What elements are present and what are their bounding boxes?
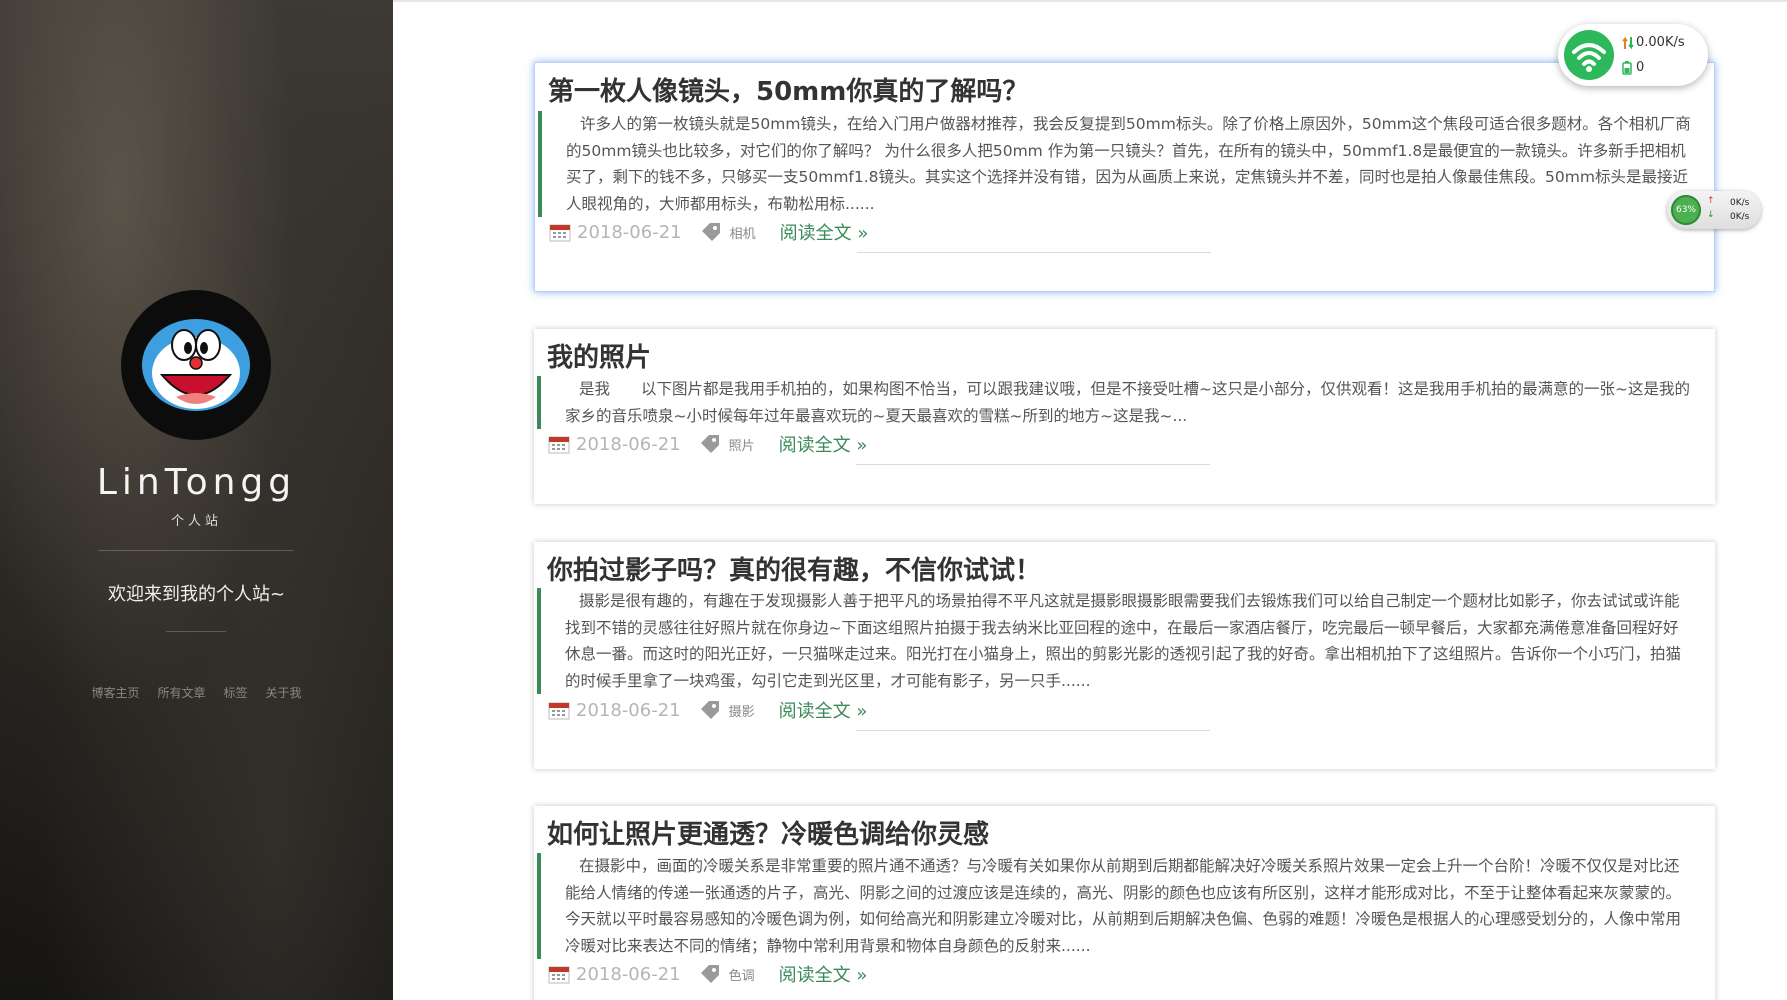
network-speed-widget[interactable]: 0.00K/s 0 (1558, 24, 1708, 86)
avatar[interactable] (121, 290, 271, 440)
post-date: 2018-06-21 (577, 221, 682, 243)
post-title[interactable]: 我的照片 (547, 337, 651, 374)
calendar-icon (549, 224, 571, 242)
nav-all-posts-link[interactable]: 所有文章 (157, 684, 205, 701)
system-monitor-widget[interactable]: 63% ↑ ↓ 0K/s 0K/s (1667, 191, 1761, 229)
read-more-link[interactable]: 阅读全文 » (780, 219, 869, 245)
transfer-arrows-icon (1622, 36, 1634, 50)
sidebar-nav: 博客主页 所有文章 标签 关于我 (0, 684, 393, 701)
site-name: LinTongg (96, 462, 297, 503)
post-meta: 2018-06-21 摄影 阅读全文 » (548, 696, 867, 724)
read-more-link[interactable]: 阅读全文 » (779, 961, 868, 987)
download-arrow-icon: ↓ (1707, 210, 1715, 220)
upload-arrow-icon: ↑ (1707, 196, 1715, 206)
post-title[interactable]: 你拍过影子吗？真的很有趣，不信你试试！ (547, 550, 1041, 587)
welcome-text: 欢迎来到我的个人站~ (107, 584, 286, 605)
post-meta: 2018-06-21 照片 阅读全文 » (548, 430, 867, 458)
tag-icon (700, 965, 719, 983)
post-excerpt: 在摄影中，画面的冷暖关系是非常重要的照片通不通透？与冷暖有关如果你从前期到后期都… (537, 853, 1697, 959)
read-more-link[interactable]: 阅读全文 » (779, 431, 868, 457)
post-date: 2018-06-21 (576, 963, 681, 985)
post-title[interactable]: 如何让照片更通透？冷暖色调给你灵感 (547, 814, 989, 851)
download-speed: 0K/s (1730, 212, 1750, 222)
post-card: 如何让照片更通透？冷暖色调给你灵感 在摄影中，画面的冷暖关系是非常重要的照片通不… (534, 806, 1715, 1000)
calendar-icon (548, 966, 570, 984)
tag-icon (701, 223, 720, 241)
post-excerpt: 是我 以下图片都是我用手机拍的，如果构图不恰当，可以跟我建议哦，但是不接受吐槽~… (537, 376, 1697, 429)
post-meta: 2018-06-21 色调 阅读全文 » (548, 960, 867, 988)
post-card: 我的照片 是我 以下图片都是我用手机拍的，如果构图不恰当，可以跟我建议哦，但是不… (534, 329, 1715, 504)
wifi-icon (1564, 30, 1614, 80)
battery-icon (1622, 61, 1632, 75)
upload-speed: 0K/s (1730, 198, 1750, 208)
memory-usage: 63% (1671, 195, 1701, 225)
page: LinTongg 个人站 欢迎来到我的个人站~ 博客主页 所有文章 标签 关于我… (0, 0, 1787, 1000)
post-tag[interactable]: 摄影 (729, 701, 755, 720)
divider (856, 464, 1210, 465)
nav-about-link[interactable]: 关于我 (266, 684, 302, 701)
post-excerpt: 摄影是很有趣的，有趣在于发现摄影人善于把平凡的场景拍得不平凡这就是摄影眼摄影眼需… (537, 588, 1697, 694)
site-subtitle: 个人站 (170, 514, 222, 529)
post-card: 第一枚人像镜头，50mm你真的了解吗？ 许多人的第一枚镜头就是50mm镜头，在给… (534, 62, 1715, 292)
sidebar: LinTongg 个人站 欢迎来到我的个人站~ 博客主页 所有文章 标签 关于我 (0, 0, 393, 1000)
post-title[interactable]: 第一枚人像镜头，50mm你真的了解吗？ (548, 71, 1028, 108)
divider (856, 730, 1210, 731)
tag-icon (700, 701, 719, 719)
post-tag[interactable]: 色调 (729, 965, 755, 984)
read-more-link[interactable]: 阅读全文 » (779, 697, 868, 723)
network-speed: 0.00K/s (1636, 35, 1685, 50)
top-border (393, 0, 1787, 2)
post-tag[interactable]: 照片 (729, 435, 755, 454)
post-card: 你拍过影子吗？真的很有趣，不信你试试！ 摄影是很有趣的，有趣在于发现摄影人善于把… (534, 542, 1715, 769)
post-date: 2018-06-21 (576, 433, 681, 455)
divider (166, 631, 226, 632)
network-count: 0 (1636, 60, 1645, 75)
divider (857, 252, 1211, 253)
calendar-icon (548, 702, 570, 720)
post-tag[interactable]: 相机 (730, 223, 756, 242)
post-meta: 2018-06-21 相机 阅读全文 » (549, 218, 868, 246)
calendar-icon (548, 436, 570, 454)
divider (98, 550, 294, 551)
nav-home-link[interactable]: 博客主页 (91, 684, 139, 701)
doraemon-avatar-icon (142, 319, 250, 411)
post-date: 2018-06-21 (576, 699, 681, 721)
nav-tags-link[interactable]: 标签 (224, 684, 248, 701)
post-excerpt: 许多人的第一枚镜头就是50mm镜头，在给入门用户做器材推荐，我会反复提到50mm… (538, 111, 1698, 217)
tag-icon (700, 435, 719, 453)
